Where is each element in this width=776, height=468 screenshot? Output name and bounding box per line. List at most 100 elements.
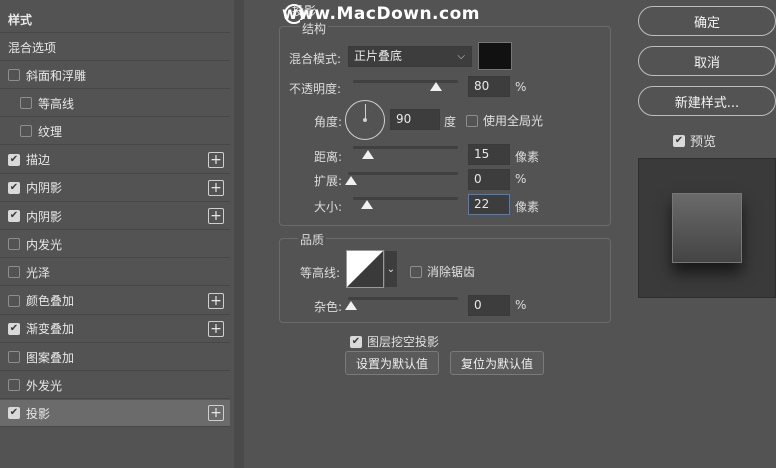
styles-header-label: 样式 bbox=[8, 12, 33, 27]
styles-header: 样式 bbox=[0, 6, 230, 33]
opacity-slider-thumb[interactable] bbox=[430, 82, 442, 91]
spread-slider-thumb[interactable] bbox=[345, 176, 357, 185]
size-slider-thumb[interactable] bbox=[361, 200, 373, 209]
chevron-down-icon: ⌵ bbox=[457, 51, 465, 62]
new-style-button[interactable]: 新建样式... bbox=[638, 86, 776, 116]
styles-list-scrollbar[interactable] bbox=[234, 0, 244, 468]
style-item-checkbox[interactable] bbox=[8, 210, 20, 222]
style-item-label: 内阴影 bbox=[26, 209, 63, 224]
style-item-checkbox[interactable] bbox=[8, 266, 20, 279]
angle-dial[interactable] bbox=[345, 100, 385, 140]
style-item[interactable]: 斜面和浮雕 bbox=[0, 62, 230, 89]
add-effect-plus-icon[interactable]: + bbox=[208, 179, 224, 196]
contour-dropdown-button[interactable]: ⌄ bbox=[384, 250, 398, 288]
global-light-label: 使用全局光 bbox=[483, 114, 544, 128]
add-effect-plus-icon[interactable]: + bbox=[208, 405, 224, 422]
angle-field[interactable]: 90 bbox=[390, 109, 440, 130]
preview-check-box[interactable] bbox=[673, 134, 685, 147]
spread-field[interactable]: 0 bbox=[468, 169, 510, 190]
opacity-slider-track[interactable] bbox=[353, 80, 458, 83]
noise-field[interactable]: 0 bbox=[468, 295, 510, 316]
style-item-checkbox[interactable] bbox=[8, 379, 20, 392]
cancel-button[interactable]: 取消 bbox=[638, 46, 776, 76]
style-item-label: 投影 bbox=[26, 406, 51, 421]
style-item-checkbox[interactable] bbox=[8, 238, 20, 251]
opacity-unit: % bbox=[515, 80, 527, 94]
opacity-label: 不透明度: bbox=[289, 82, 342, 96]
distance-label: 距离: bbox=[314, 150, 343, 164]
style-item[interactable]: 颜色叠加 + bbox=[0, 288, 230, 315]
blend-mode-label: 混合模式: bbox=[289, 52, 342, 66]
style-item-checkbox[interactable] bbox=[8, 351, 20, 363]
style-item[interactable]: 光泽 bbox=[0, 259, 230, 287]
style-item[interactable]: 渐变叠加 + bbox=[0, 316, 230, 343]
anti-alias-checkbox[interactable]: 消除锯齿 bbox=[410, 263, 475, 280]
contour-curve-icon bbox=[347, 251, 383, 287]
style-item[interactable]: 纹理 bbox=[0, 118, 230, 146]
add-effect-plus-icon[interactable]: + bbox=[208, 320, 224, 337]
distance-field[interactable]: 15 bbox=[468, 144, 510, 165]
add-effect-plus-icon[interactable]: + bbox=[208, 208, 224, 224]
preview-label: 预览 bbox=[690, 135, 717, 150]
style-item[interactable]: 投影 + bbox=[0, 400, 230, 428]
style-item-label: 光泽 bbox=[26, 265, 51, 280]
size-field[interactable]: 22 bbox=[468, 194, 510, 215]
size-unit: 像素 bbox=[515, 200, 540, 214]
preview-checkbox[interactable]: 预览 bbox=[673, 131, 716, 150]
style-item[interactable]: 图案叠加 bbox=[0, 344, 230, 371]
style-item-label: 外发光 bbox=[26, 378, 63, 393]
styles-list: 样式 混合选项 斜面和浮雕等高线纹理描边+内阴影+内阴影+内发光光泽颜色叠加+渐… bbox=[0, 0, 232, 468]
style-item[interactable]: 内发光 bbox=[0, 231, 230, 259]
layer-knocks-out-label: 图层挖空投影 bbox=[367, 335, 440, 349]
shadow-color-swatch[interactable] bbox=[478, 42, 512, 70]
style-item-checkbox[interactable] bbox=[8, 407, 20, 420]
anti-alias-check-box[interactable] bbox=[410, 265, 422, 278]
angle-dial-center bbox=[363, 118, 367, 122]
blend-mode-select[interactable]: 正片叠底 ⌵ bbox=[348, 46, 472, 67]
set-default-button[interactable]: 设置为默认值 bbox=[345, 351, 439, 375]
quality-group-title: 品质 bbox=[298, 231, 327, 248]
spread-label: 扩展: bbox=[314, 174, 343, 188]
style-item-checkbox[interactable] bbox=[8, 294, 20, 307]
contour-label: 等高线: bbox=[300, 266, 341, 280]
global-light-check-box[interactable] bbox=[466, 114, 478, 127]
add-effect-plus-icon[interactable]: + bbox=[208, 151, 224, 168]
distance-unit: 像素 bbox=[515, 150, 540, 164]
style-item-checkbox[interactable] bbox=[20, 97, 32, 110]
style-item-label: 颜色叠加 bbox=[26, 294, 75, 309]
noise-slider-track[interactable] bbox=[348, 297, 458, 300]
reset-default-button[interactable]: 复位为默认值 bbox=[450, 351, 544, 375]
layer-knocks-out-check-box[interactable] bbox=[350, 335, 362, 348]
opacity-field[interactable]: 80 bbox=[468, 76, 510, 97]
style-item[interactable]: 内阴影 + bbox=[0, 175, 230, 202]
distance-slider-track[interactable] bbox=[353, 146, 458, 149]
style-item[interactable]: 外发光 bbox=[0, 372, 230, 400]
noise-unit: % bbox=[515, 298, 527, 312]
noise-slider-thumb[interactable] bbox=[345, 301, 357, 310]
angle-label: 角度: bbox=[314, 115, 343, 129]
style-item-checkbox[interactable] bbox=[8, 153, 20, 166]
style-item-label: 纹理 bbox=[38, 124, 63, 139]
style-item-label: 描边 bbox=[26, 153, 51, 168]
contour-preview[interactable] bbox=[346, 250, 384, 288]
style-item-label: 图案叠加 bbox=[26, 350, 75, 365]
layer-knocks-out-checkbox[interactable]: 图层挖空投影 bbox=[350, 333, 439, 350]
style-item-label: 等高线 bbox=[38, 96, 75, 111]
distance-slider-thumb[interactable] bbox=[362, 150, 374, 159]
style-item[interactable]: 等高线 bbox=[0, 90, 230, 118]
styles-panel: 样式 混合选项 斜面和浮雕等高线纹理描边+内阴影+内阴影+内发光光泽颜色叠加+渐… bbox=[0, 0, 248, 468]
blend-options-item[interactable]: 混合选项 bbox=[0, 34, 230, 61]
style-item-checkbox[interactable] bbox=[8, 322, 20, 335]
style-item[interactable]: 描边 + bbox=[0, 147, 230, 174]
ok-button[interactable]: 确定 bbox=[638, 6, 776, 36]
style-item[interactable]: 内阴影 + bbox=[0, 203, 230, 230]
style-item-checkbox[interactable] bbox=[8, 69, 20, 81]
global-light-checkbox[interactable]: 使用全局光 bbox=[466, 112, 543, 129]
style-item-checkbox[interactable] bbox=[20, 125, 32, 138]
style-item-label: 内发光 bbox=[26, 237, 63, 252]
add-effect-plus-icon[interactable]: + bbox=[208, 292, 224, 309]
style-item-checkbox[interactable] bbox=[8, 181, 20, 194]
spread-slider-track[interactable] bbox=[348, 172, 458, 175]
size-label: 大小: bbox=[314, 200, 343, 214]
anti-alias-label: 消除锯齿 bbox=[427, 265, 476, 279]
